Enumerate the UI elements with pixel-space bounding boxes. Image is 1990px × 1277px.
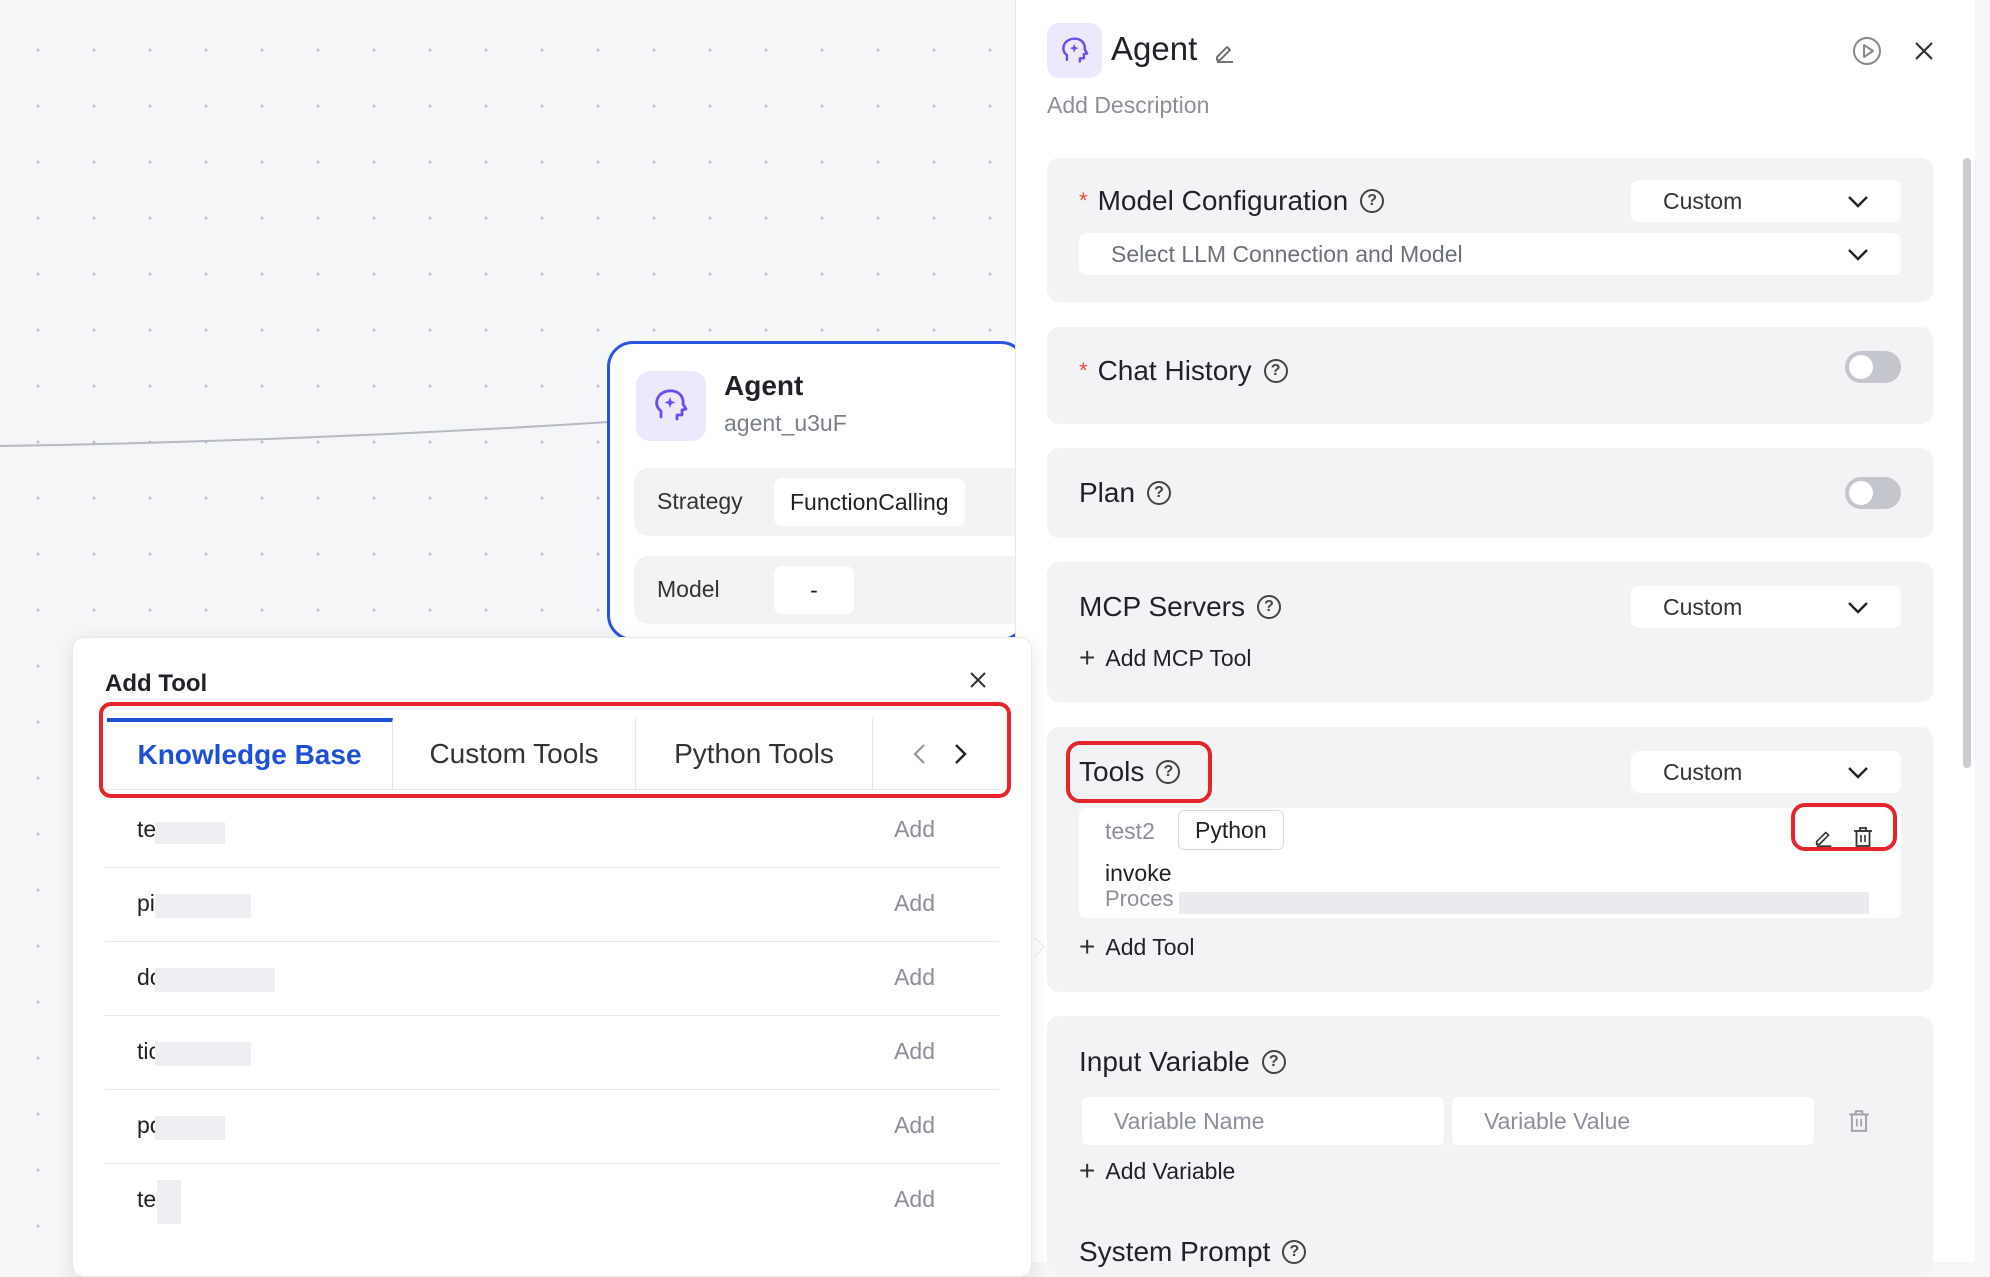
variable-value-input[interactable]: Variable Value [1452,1097,1814,1145]
add-mcp-tool-button[interactable]: + Add MCP Tool [1079,644,1252,672]
tool-name: test2 [1105,818,1155,844]
agent-node[interactable]: Agent agent_u3uF Strategy FunctionCallin… [607,341,1027,641]
strategy-value: FunctionCalling [774,478,965,526]
tool-row-name: te [137,1186,157,1212]
chevron-down-icon [1848,249,1868,261]
add-tool-button[interactable]: + Add Tool [1079,933,1194,961]
model-config-mode-select[interactable]: Custom [1631,180,1901,222]
model-label: Model [657,576,720,602]
plan-toggle[interactable] [1845,477,1901,509]
help-icon[interactable]: ? [1156,760,1181,784]
chat-history-toggle[interactable] [1845,351,1901,383]
tool-tabs: Knowledge Base Custom Tools Python Tools [107,718,1001,790]
tool-row-name: te [137,816,157,842]
tool-function: invoke [1105,860,1172,886]
panel-agent-icon [1047,23,1102,78]
input-variable-title: Input Variable ? [1079,1046,1286,1078]
strategy-label: Strategy [657,488,743,514]
add-tool-popup: Add Tool Knowledge Base Custom Tools Pyt… [72,637,1032,1277]
tab-python-tools[interactable]: Python Tools [636,718,873,790]
plus-icon: + [1079,642,1096,673]
help-icon[interactable]: ? [1360,189,1385,213]
tabs-next-icon[interactable] [949,742,971,766]
close-popup-icon[interactable] [968,670,988,690]
panel-title: Agent [1111,30,1198,67]
plan-section [1047,448,1933,538]
model-config-title: * Model Configuration ? [1079,185,1385,217]
panel-scrollbar[interactable] [1963,158,1971,768]
mcp-servers-section [1047,562,1933,702]
help-icon[interactable]: ? [1256,595,1281,619]
redacted-text [155,822,225,844]
redacted-text [155,968,275,992]
add-description[interactable]: Add Description [1047,92,1209,119]
edit-tool-icon[interactable] [1813,826,1835,848]
chevron-down-icon [1848,196,1868,208]
tab-custom-tools[interactable]: Custom Tools [393,718,636,790]
tool-type-tag: Python [1178,810,1284,850]
tool-row-name: pi [137,890,155,916]
redacted-text [155,1116,225,1140]
tool-row[interactable]: te Add [105,794,999,868]
plan-title: Plan ? [1079,477,1172,509]
chevron-down-icon [1848,602,1868,614]
tool-item-card[interactable]: test2 Python invoke Proces [1079,808,1901,918]
add-variable-button[interactable]: + Add Variable [1079,1157,1235,1185]
redacted-text [155,1042,251,1066]
tool-row[interactable]: dc Add [105,942,999,1016]
tool-row[interactable]: te Add [105,1164,999,1238]
delete-variable-icon[interactable] [1847,1107,1871,1135]
tool-row-add-button[interactable]: Add [894,890,935,917]
model-value: - [774,566,854,614]
node-model-row: Model - [634,556,1024,624]
popup-title: Add Tool [105,670,208,697]
tool-row-add-button[interactable]: Add [894,816,935,843]
tool-description: Proces [1105,886,1174,911]
help-icon[interactable]: ? [1261,1050,1286,1074]
llm-connection-select[interactable]: Select LLM Connection and Model [1079,233,1901,275]
chevron-down-icon [1848,767,1868,779]
redacted-text [155,894,251,918]
tool-row-add-button[interactable]: Add [894,1112,935,1139]
tool-row[interactable]: pi Add [105,868,999,942]
plus-icon: + [1079,931,1096,962]
chat-history-title: * Chat History ? [1079,355,1288,387]
plus-icon: + [1079,1155,1096,1186]
run-icon[interactable] [1852,36,1882,66]
agent-icon [636,371,706,441]
tool-row-add-button[interactable]: Add [894,1186,935,1213]
help-icon[interactable]: ? [1147,481,1172,505]
redacted-text [1179,892,1869,914]
tabs-prev-icon[interactable] [909,742,931,766]
mcp-servers-title: MCP Servers ? [1079,591,1281,623]
tool-row-add-button[interactable]: Add [894,1038,935,1065]
tool-row[interactable]: tic Add [105,1016,999,1090]
tab-knowledge-base[interactable]: Knowledge Base [107,718,393,790]
mcp-mode-select[interactable]: Custom [1631,586,1901,628]
delete-tool-icon[interactable] [1852,825,1874,849]
tools-mode-select[interactable]: Custom [1631,751,1901,793]
system-prompt-title: System Prompt ? [1079,1236,1307,1268]
help-icon[interactable]: ? [1282,1240,1307,1264]
node-strategy-row: Strategy FunctionCalling [634,468,1024,536]
tool-row-add-button[interactable]: Add [894,964,935,991]
close-panel-icon[interactable] [1912,39,1936,63]
node-title: Agent [724,370,804,401]
help-icon[interactable]: ? [1263,359,1288,383]
variable-name-input[interactable]: Variable Name [1082,1097,1444,1145]
tool-row[interactable]: pc Add [105,1090,999,1164]
redacted-text [157,1180,181,1224]
node-id: agent_u3uF [724,410,847,436]
edit-title-icon[interactable] [1213,40,1237,64]
tools-title: Tools ? [1079,756,1181,788]
